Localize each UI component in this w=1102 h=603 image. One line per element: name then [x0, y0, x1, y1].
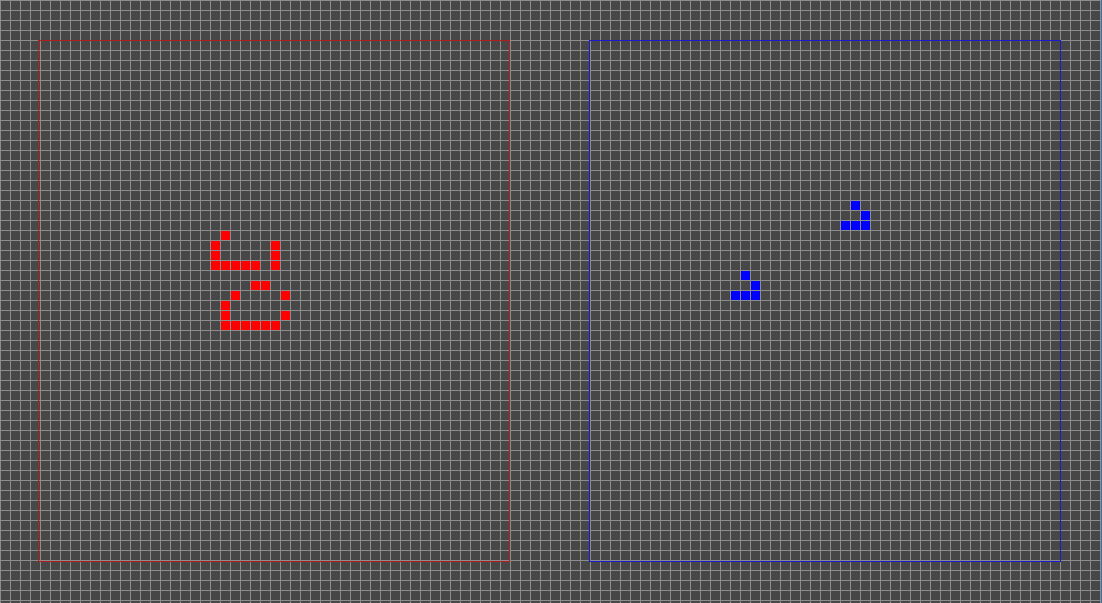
red-live-cell[interactable]	[221, 301, 230, 310]
blue-live-cell[interactable]	[741, 271, 750, 280]
blue-live-cell[interactable]	[861, 211, 870, 220]
red-live-cell[interactable]	[211, 241, 220, 250]
red-live-cell[interactable]	[271, 261, 280, 270]
red-live-cell[interactable]	[281, 311, 290, 320]
red-live-cell[interactable]	[261, 281, 270, 290]
red-live-cell[interactable]	[281, 291, 290, 300]
red-live-cell[interactable]	[211, 251, 220, 260]
blue-live-cell[interactable]	[851, 201, 860, 210]
red-live-cell[interactable]	[271, 251, 280, 260]
blue-live-cell[interactable]	[861, 221, 870, 230]
red-live-cell[interactable]	[251, 321, 260, 330]
red-live-cell[interactable]	[221, 261, 230, 270]
blue-live-cell[interactable]	[741, 291, 750, 300]
red-live-cell[interactable]	[271, 241, 280, 250]
red-live-cell[interactable]	[231, 261, 240, 270]
red-live-cell[interactable]	[221, 321, 230, 330]
red-live-cell[interactable]	[251, 281, 260, 290]
blue-player-zone	[589, 40, 1061, 562]
blue-live-cell[interactable]	[731, 291, 740, 300]
game-board[interactable]	[0, 0, 1102, 603]
red-live-cell[interactable]	[221, 311, 230, 320]
blue-live-cell[interactable]	[751, 291, 760, 300]
red-live-cell[interactable]	[251, 261, 260, 270]
red-live-cell[interactable]	[231, 291, 240, 300]
blue-live-cell[interactable]	[851, 221, 860, 230]
red-live-cell[interactable]	[271, 321, 280, 330]
red-live-cell[interactable]	[211, 261, 220, 270]
red-live-cell[interactable]	[221, 231, 230, 240]
blue-live-cell[interactable]	[841, 221, 850, 230]
blue-live-cell[interactable]	[751, 281, 760, 290]
red-player-zone	[38, 40, 510, 562]
red-live-cell[interactable]	[231, 321, 240, 330]
red-live-cell[interactable]	[241, 261, 250, 270]
red-live-cell[interactable]	[261, 321, 270, 330]
red-live-cell[interactable]	[241, 321, 250, 330]
